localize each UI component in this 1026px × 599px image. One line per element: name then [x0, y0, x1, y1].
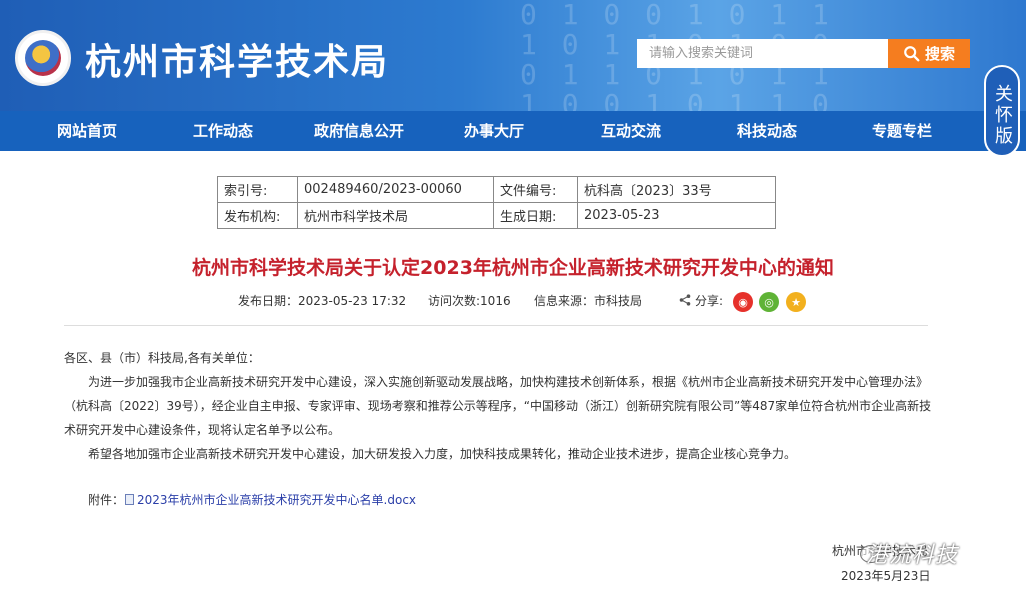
attachment: 附件： 2023年杭州市企业高新技术研究开发中心名单.docx [88, 491, 416, 508]
info-row: 发布机构: 杭州市科学技术局 生成日期: 2023-05-23 [217, 202, 776, 229]
nav-item-work-news[interactable]: 工作动态 [193, 111, 253, 151]
index-label: 索引号: [217, 176, 298, 203]
wechat-share-icon[interactable]: ◎ [759, 292, 779, 312]
care-mode-button[interactable]: 关怀版 [984, 65, 1020, 157]
share-label: 分享: [695, 294, 724, 308]
watermark: 港流科技 [866, 543, 959, 568]
search-icon [904, 45, 920, 61]
doc-number-label: 文件编号: [493, 176, 578, 203]
info-source: 信息来源：市科技局 [534, 294, 643, 308]
search-button[interactable]: 搜索 [888, 39, 970, 68]
site-title[interactable]: 杭州市科学技术局 [85, 33, 389, 85]
search-button-label: 搜索 [924, 45, 955, 63]
qzone-share-icon[interactable]: ★ [786, 292, 806, 312]
signature-date: 2023年5月23日 [841, 569, 931, 583]
main-nav: 网站首页 工作动态 政府信息公开 办事大厅 互动交流 科技动态 专题专栏 [0, 111, 1026, 151]
attachment-label: 附件： [88, 493, 125, 507]
attachment-link[interactable]: 2023年杭州市企业高新技术研究开发中心名单.docx [137, 491, 416, 508]
generated-date-value: 2023-05-23 [577, 202, 776, 229]
site-header: 0 1 0 0 1 0 1 1 1 0 1 1 0 1 0 0 0 1 1 0 … [0, 0, 1026, 111]
index-value: 002489460/2023-00060 [297, 176, 494, 203]
body-paragraph: 希望各地加强市企业高新技术研究开发中心建设，加大研发投入力度，加快科技成果转化，… [88, 447, 797, 461]
site-logo[interactable] [15, 30, 71, 86]
logo-emblem [25, 40, 61, 76]
generated-date-label: 生成日期: [493, 202, 578, 229]
document-icon [125, 494, 135, 505]
nav-item-tech-news[interactable]: 科技动态 [737, 111, 797, 151]
nav-item-home[interactable]: 网站首页 [57, 111, 117, 151]
article-title: 杭州市科学技术局关于认定2023年杭州市企业高新技术研究开发中心的通知 [192, 257, 834, 279]
nav-item-service-hall[interactable]: 办事大厅 [464, 111, 524, 151]
nav-item-special-topics[interactable]: 专题专栏 [872, 111, 932, 151]
visit-count: 访问次数:1016 [428, 294, 511, 308]
salutation: 各区、县（市）科技局,各有关单位： [64, 351, 260, 365]
weibo-share-icon[interactable]: ◉ [733, 292, 753, 312]
nav-item-gov-info[interactable]: 政府信息公开 [314, 111, 404, 151]
issuer-label: 发布机构: [217, 202, 298, 229]
issuer-value: 杭州市科学技术局 [297, 202, 494, 229]
nav-item-interaction[interactable]: 互动交流 [601, 111, 661, 151]
document-info-table: 索引号: 002489460/2023-00060 文件编号: 杭科高〔2023… [217, 176, 776, 229]
doc-number-value: 杭科高〔2023〕33号 [577, 176, 776, 203]
share-icon [679, 294, 691, 306]
content-divider [64, 325, 928, 326]
publish-date: 发布日期：2023-05-23 17:32 [238, 294, 407, 308]
search-input[interactable] [637, 39, 888, 68]
body-paragraph: 为进一步加强我市企业高新技术研究开发中心建设，深入实施创新驱动发展战略，加快构建… [64, 375, 932, 437]
info-row: 索引号: 002489460/2023-00060 文件编号: 杭科高〔2023… [217, 176, 776, 203]
